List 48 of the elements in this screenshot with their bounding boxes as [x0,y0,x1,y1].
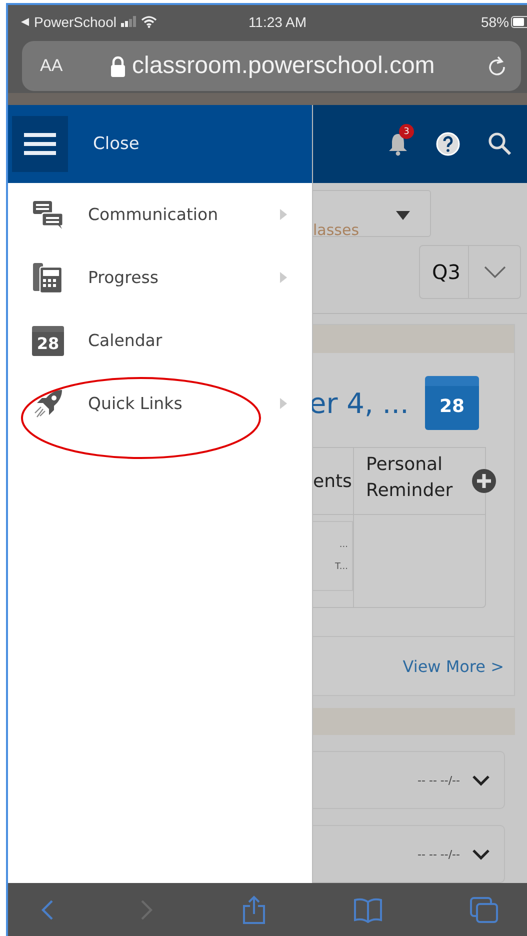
view-more-link[interactable]: View More > [402,656,504,676]
event-text: ... [339,540,348,550]
back-app-label[interactable]: PowerSchool [34,14,116,30]
row-value: -- -- --/-- [418,848,460,860]
rocket-icon [32,388,64,420]
menu-item-label: Communication [88,205,220,224]
address-bar[interactable]: AA classroom.powerschool.com [22,41,521,91]
menu-icon [24,133,56,155]
back-icon[interactable] [20,16,30,26]
menu-item[interactable]: Communication [8,183,312,246]
term-dropdown[interactable]: Q3 [419,245,521,299]
column-header: Personal Reminder [365,453,454,503]
reload-icon[interactable] [487,55,507,77]
event-text: T... [334,562,348,572]
signal-icon [120,16,136,27]
search-icon[interactable] [487,131,513,157]
menu-item-label: Progress [88,268,160,287]
calculator-icon [32,262,64,294]
lock-icon [110,56,126,76]
wifi-icon [140,16,156,28]
text-size-button[interactable]: AA [40,56,110,76]
calendar-button[interactable]: 28 [424,376,479,430]
menu-button[interactable] [12,116,68,172]
row-value: -- -- --/-- [418,774,460,786]
menu-item[interactable]: Progress [8,246,312,309]
column-header: ents [313,448,354,514]
chevron-down-icon [472,774,490,786]
url-text: classroom.powerschool.com [132,52,435,80]
chevron-down-icon [472,848,490,860]
help-icon[interactable] [435,131,461,157]
menu-item[interactable]: 28 Calendar [8,309,312,372]
schedule-row[interactable]: -- -- --/-- [313,751,505,809]
add-icon[interactable] [471,468,497,494]
chevron-down-icon [484,266,506,278]
dropdown-arrow-icon [396,211,410,220]
calendar-icon: 28 [32,326,64,356]
menu-item[interactable]: Quick Links [8,372,312,435]
battery-percent: 58% [480,14,509,30]
chevron-right-icon [280,398,287,409]
menu-item-label: Quick Links [88,394,184,413]
menu-item-label: Calendar [88,331,164,350]
event-item[interactable]: ... T... [313,521,353,591]
clock-time: 11:23 AM [248,14,307,30]
chevron-right-icon [280,209,287,220]
chevron-right-icon [280,272,287,283]
close-label[interactable]: Close [93,134,140,154]
notification-badge: 3 [399,124,414,139]
chat-icon [32,200,64,230]
